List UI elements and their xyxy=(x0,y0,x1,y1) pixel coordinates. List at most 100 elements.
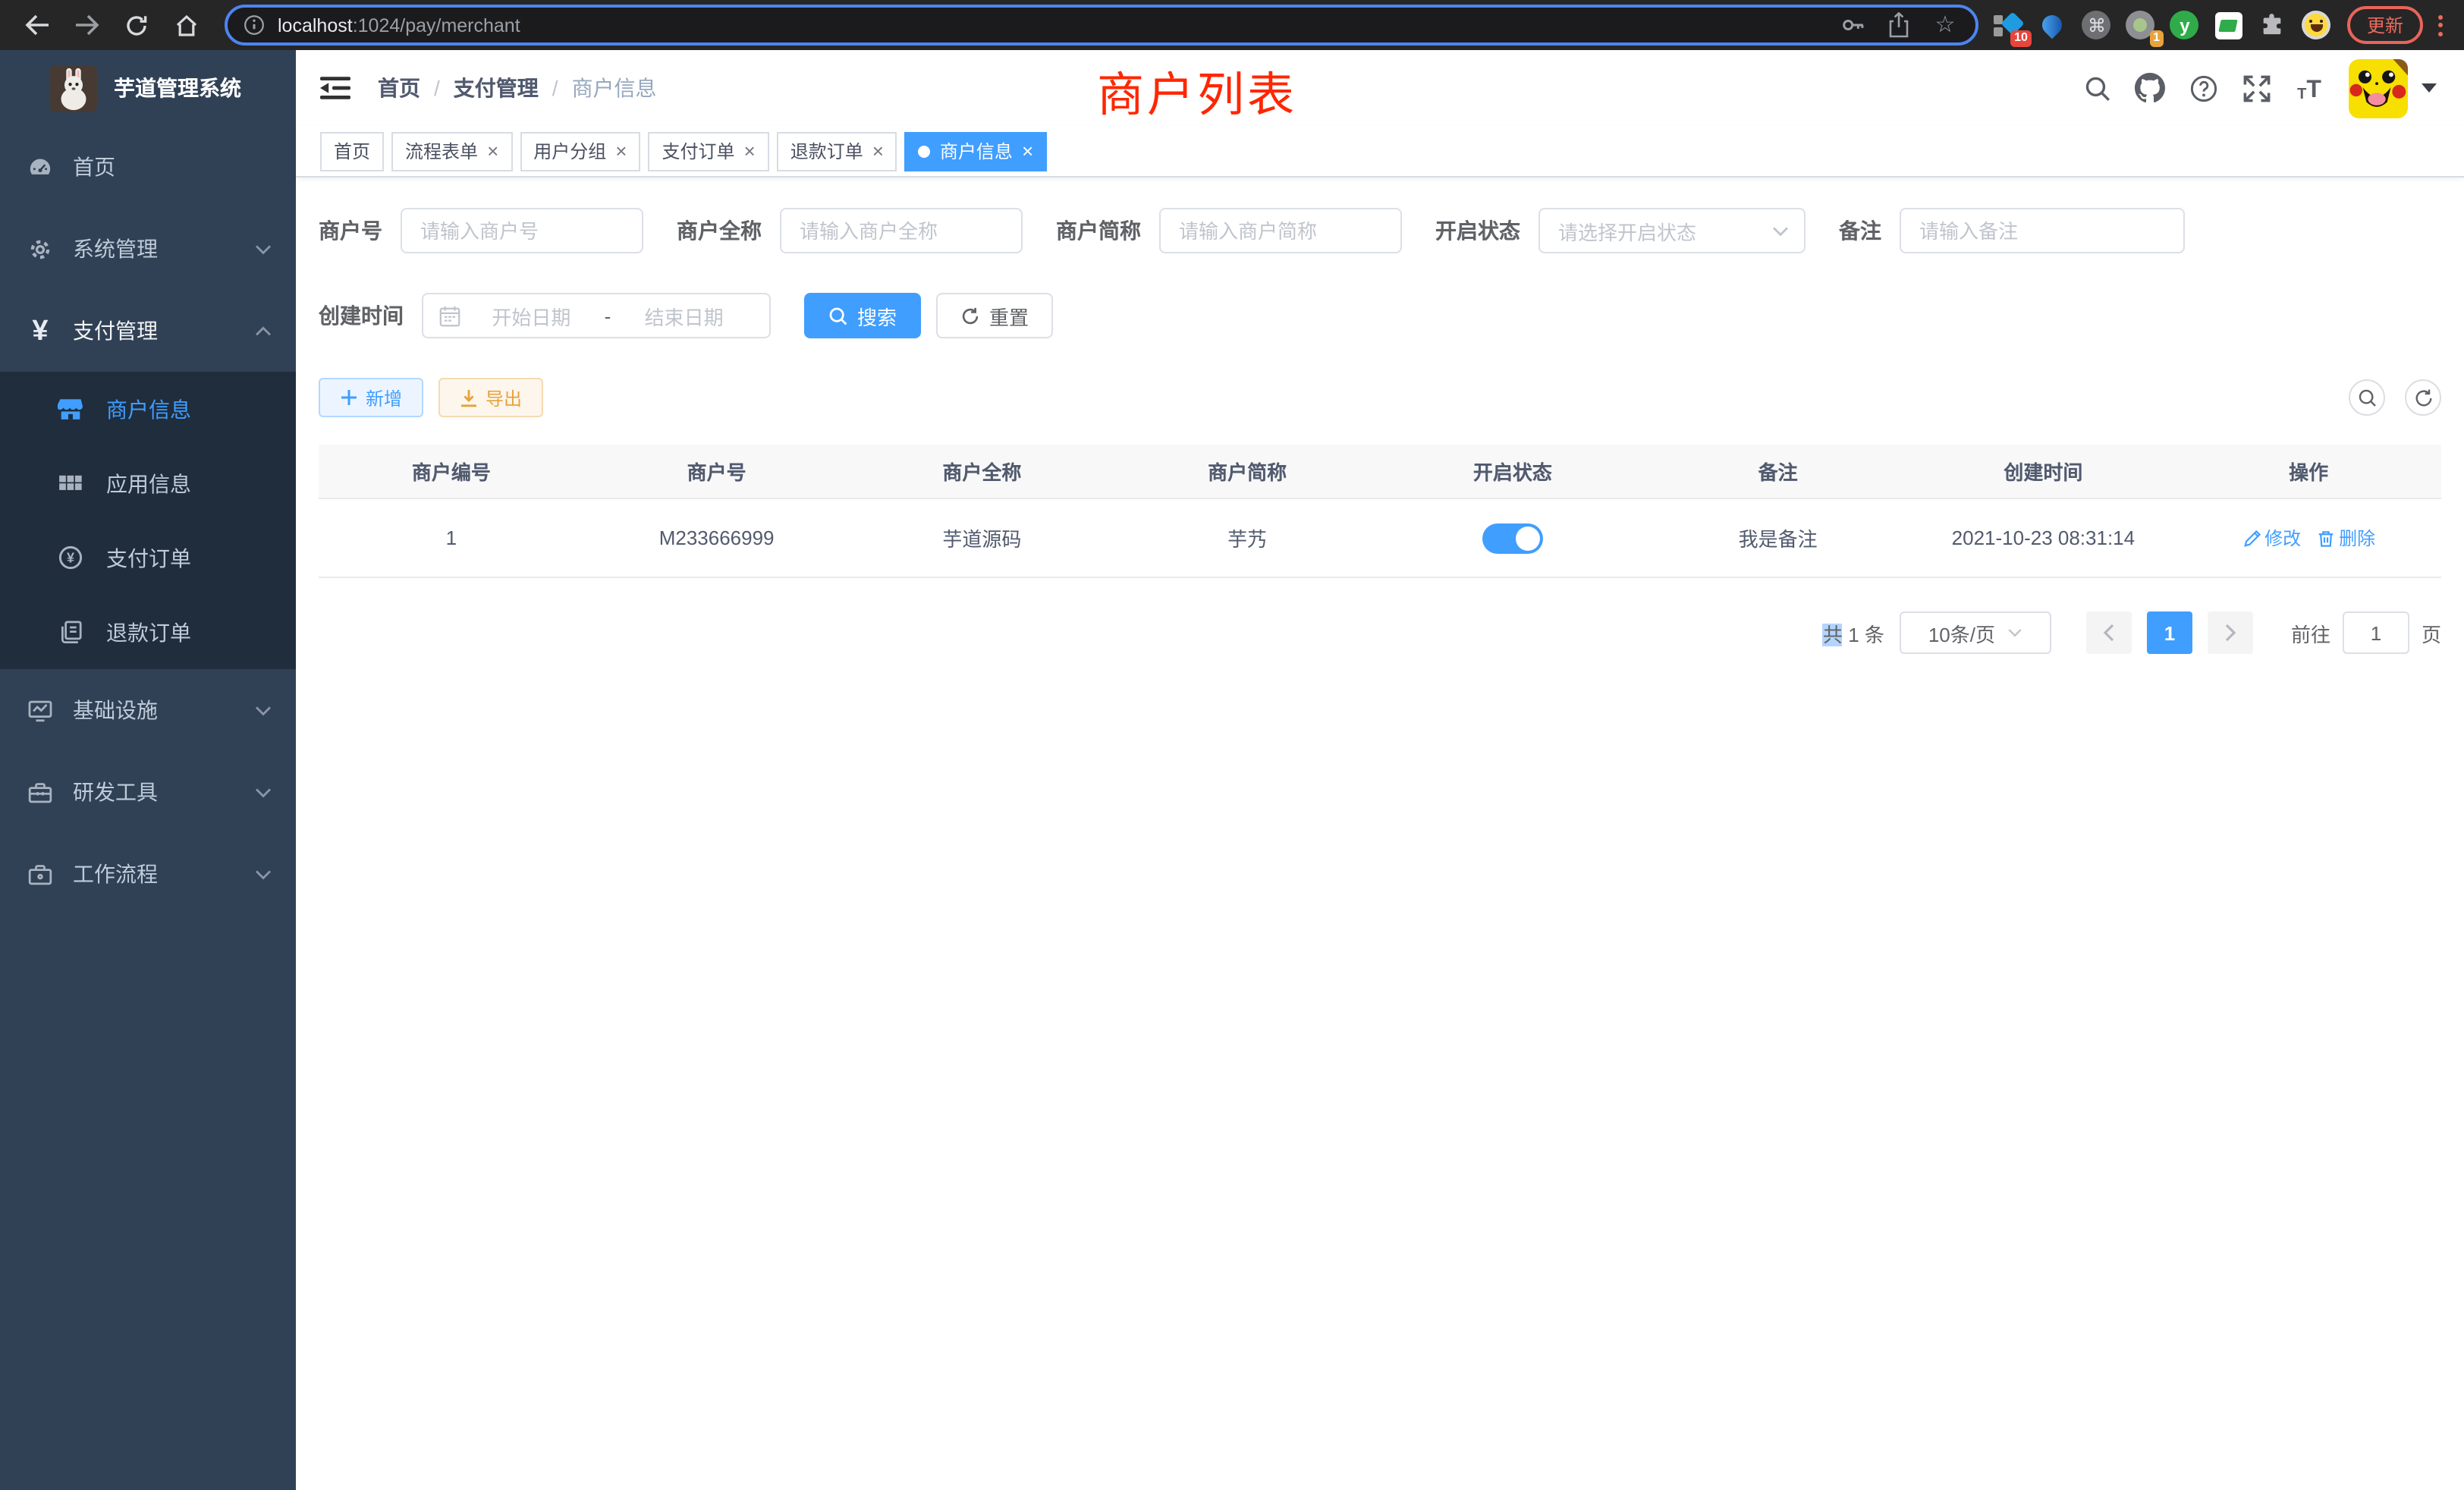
sidebar-item-pay-order[interactable]: ¥ 支付订单 xyxy=(0,520,296,595)
extension-y-icon[interactable]: y xyxy=(2170,10,2200,40)
browser-update-button[interactable]: 更新 xyxy=(2347,6,2423,44)
tab-refund-order[interactable]: 退款订单× xyxy=(777,131,897,171)
merchant-no-input[interactable] xyxy=(401,208,643,253)
sidebar-item-merchant-info[interactable]: 商户信息 xyxy=(0,372,296,446)
browser-home-icon[interactable] xyxy=(168,7,205,43)
sidebar-item-workflow[interactable]: 工作流程 xyxy=(0,833,296,915)
tab-process-form[interactable]: 流程表单 × xyxy=(391,131,512,171)
edit-link-label: 修改 xyxy=(2264,525,2301,551)
browser-menu-icon[interactable] xyxy=(2432,14,2449,36)
tab-label: 用户分组 xyxy=(533,138,606,164)
chevron-right-icon xyxy=(2224,624,2236,642)
status-select[interactable]: 请选择开启状态 xyxy=(1538,208,1806,253)
sidebar-item-refund-order[interactable]: 退款订单 xyxy=(0,595,296,669)
extension-dict-icon[interactable]: 10 xyxy=(1994,10,2024,40)
col-header: 操作 xyxy=(2176,457,2441,486)
sidebar-item-dev-tools[interactable]: 研发工具 xyxy=(0,751,296,833)
avatar-dropdown-caret-icon[interactable] xyxy=(2422,83,2437,93)
tab-merchant-info[interactable]: 商户信息 × xyxy=(905,131,1047,171)
browser-reload-icon[interactable] xyxy=(118,7,155,43)
dashboard-icon xyxy=(27,154,53,180)
date-end-placeholder: 结束日期 xyxy=(614,301,754,330)
sidebar-item-system[interactable]: 系统管理 xyxy=(0,208,296,290)
main-area: 首页 / 支付管理 / 商户信息 TT xyxy=(296,50,2464,1490)
merchant-name-input[interactable] xyxy=(780,208,1023,253)
col-header: 创建时间 xyxy=(1911,457,2176,486)
next-page-button[interactable] xyxy=(2208,611,2253,654)
sidebar-item-infrastructure[interactable]: 基础设施 xyxy=(0,669,296,751)
chevron-down-icon xyxy=(255,706,272,716)
search-button-label: 搜索 xyxy=(857,301,897,330)
sidebar-item-payment[interactable]: ¥ 支付管理 xyxy=(0,290,296,372)
cell-create-time: 2021-10-23 08:31:14 xyxy=(1911,527,2176,549)
calendar-icon xyxy=(438,304,461,327)
prev-page-button[interactable] xyxy=(2086,611,2132,654)
sidebar-item-home[interactable]: 首页 xyxy=(0,126,296,208)
extensions-puzzle-icon[interactable] xyxy=(2258,10,2288,40)
password-key-icon[interactable] xyxy=(1839,10,1869,40)
reset-button[interactable]: 重置 xyxy=(936,293,1053,338)
tags-view-bar: 首页 流程表单 × 用户分组 × 支付订单× 退款订单× 商户信息 × xyxy=(296,126,2464,178)
tab-close-icon[interactable]: × xyxy=(1022,141,1033,161)
remark-input[interactable] xyxy=(1900,208,2185,253)
tab-close-icon[interactable]: × xyxy=(487,141,498,161)
extension-lens-icon[interactable]: 1 xyxy=(2126,10,2156,40)
extension-emoji-icon[interactable] xyxy=(2302,10,2332,40)
browser-back-icon[interactable] xyxy=(18,7,55,43)
browser-forward-icon[interactable] xyxy=(68,7,105,43)
filter-row-2: 创建时间 开始日期 - 结束日期 搜索 重置 xyxy=(319,293,2441,338)
page-size-select[interactable]: 10条/页 xyxy=(1900,611,2051,654)
extension-command-icon[interactable]: ⌘ xyxy=(2082,10,2112,40)
logo-rabbit-avatar xyxy=(50,64,97,112)
show-search-toggle-button[interactable] xyxy=(2349,379,2385,416)
page-number-button[interactable]: 1 xyxy=(2147,611,2192,654)
tab-close-icon[interactable]: × xyxy=(744,141,756,161)
app-logo[interactable]: 芋道管理系统 xyxy=(0,50,296,126)
search-button[interactable]: 搜索 xyxy=(804,293,921,338)
add-button[interactable]: 新增 xyxy=(319,378,423,417)
tab-pay-order[interactable]: 支付订单× xyxy=(648,131,768,171)
sidebar-item-app-info[interactable]: 应用信息 xyxy=(0,446,296,520)
breadcrumb-payment[interactable]: 支付管理 xyxy=(454,73,539,103)
export-button[interactable]: 导出 xyxy=(438,378,543,417)
header-search-icon[interactable] xyxy=(2082,73,2112,103)
font-size-icon[interactable]: TT xyxy=(2294,73,2324,103)
help-icon[interactable] xyxy=(2188,73,2218,103)
share-icon[interactable] xyxy=(1884,10,1915,40)
filter-row-1: 商户号 商户全称 商户简称 开启状态 请选择开启状态 xyxy=(319,208,2441,253)
tab-close-icon[interactable]: × xyxy=(615,141,627,161)
col-header: 商户编号 xyxy=(319,457,584,486)
user-avatar[interactable] xyxy=(2349,58,2408,118)
url-bar[interactable]: localhost:1024/pay/merchant ☆ xyxy=(225,5,1978,46)
cell-full-name: 芋道源码 xyxy=(850,523,1115,552)
extension-chat-icon[interactable] xyxy=(2214,10,2244,40)
bookmark-star-icon[interactable]: ☆ xyxy=(1930,10,1960,40)
extension-pin-icon[interactable] xyxy=(2038,10,2068,40)
edit-link[interactable]: 修改 xyxy=(2242,525,2301,551)
delete-link-label: 删除 xyxy=(2339,525,2375,551)
goto-page-input[interactable] xyxy=(2343,611,2409,654)
site-info-icon[interactable] xyxy=(243,14,266,36)
sidebar-fold-icon[interactable] xyxy=(320,76,350,100)
create-time-range-picker[interactable]: 开始日期 - 结束日期 xyxy=(422,293,771,338)
table-toolbar: 新增 导出 xyxy=(319,378,2441,417)
tab-user-group[interactable]: 用户分组 × xyxy=(520,131,640,171)
active-tab-dot-icon xyxy=(919,145,931,157)
fullscreen-icon[interactable] xyxy=(2241,73,2271,103)
tab-home[interactable]: 首页 xyxy=(320,131,384,171)
merchant-short-input[interactable] xyxy=(1159,208,1402,253)
breadcrumb-home[interactable]: 首页 xyxy=(378,73,420,103)
pagination-total-unit: 条 xyxy=(1865,623,1884,646)
add-button-label: 新增 xyxy=(366,385,402,410)
tab-close-icon[interactable]: × xyxy=(872,141,884,161)
pagination: 共 1 条 10条/页 1 前往 页 xyxy=(319,611,2441,654)
cell-merchant-no: M233666999 xyxy=(584,527,850,549)
status-select-placeholder: 请选择开启状态 xyxy=(1558,216,1772,245)
delete-link[interactable]: 删除 xyxy=(2316,525,2375,551)
refresh-table-button[interactable] xyxy=(2405,379,2441,416)
tab-label: 商户信息 xyxy=(940,138,1013,164)
status-toggle[interactable] xyxy=(1482,523,1543,553)
github-icon[interactable] xyxy=(2135,73,2165,103)
tab-label: 流程表单 xyxy=(405,138,478,164)
chevron-down-icon xyxy=(1772,225,1789,236)
